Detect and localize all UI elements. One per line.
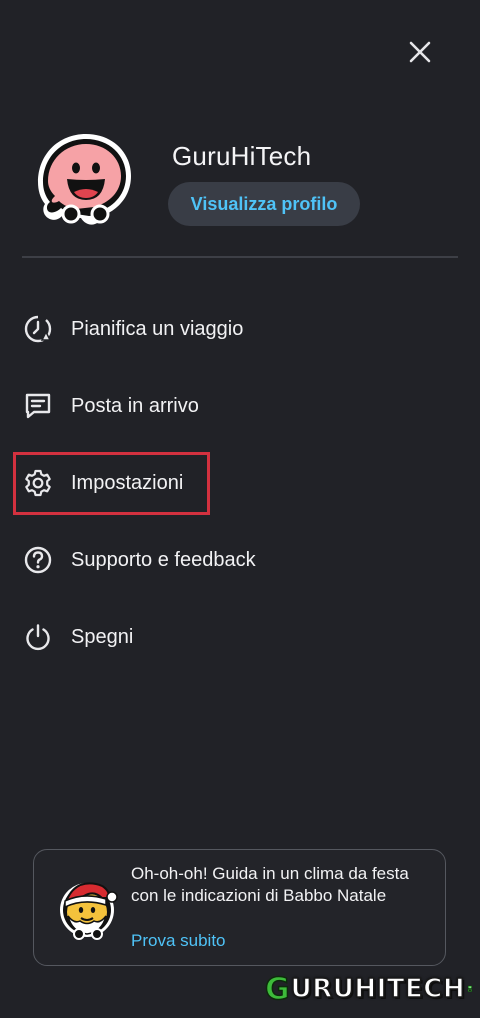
menu-item-label: Supporto e feedback bbox=[71, 548, 256, 571]
avatar[interactable] bbox=[36, 130, 136, 230]
divider bbox=[22, 256, 458, 258]
menu-item-label: Spegni bbox=[71, 625, 134, 648]
username: GuruHiTech bbox=[172, 141, 312, 171]
gear-icon bbox=[22, 467, 54, 499]
side-menu-screen: GuruHiTech Visualizza profilo Pianifica … bbox=[0, 0, 480, 1018]
menu-item-label: Impostazioni bbox=[71, 471, 184, 494]
plan-drive-clock-icon bbox=[22, 313, 54, 345]
view-profile-button[interactable]: Visualizza profilo bbox=[168, 182, 360, 226]
try-now-link[interactable]: Prova subito bbox=[131, 931, 226, 951]
menu-item-label: Pianifica un viaggio bbox=[71, 317, 244, 340]
watermark-text: URUHITECH bbox=[290, 973, 466, 1005]
inbox-message-icon bbox=[22, 390, 54, 422]
menu-item-power-off[interactable]: Spegni bbox=[22, 617, 133, 657]
watermark-logo: G URUHITECH bbox=[264, 966, 473, 1012]
waze-smiley-icon bbox=[38, 134, 131, 225]
menu-item-inbox[interactable]: Posta in arrivo bbox=[22, 386, 199, 426]
promo-text: Oh-oh-oh! Guida in un clima da festa con… bbox=[131, 864, 409, 905]
help-question-icon bbox=[22, 544, 54, 576]
menu-item-plan-drive[interactable]: Pianifica un viaggio bbox=[22, 309, 243, 349]
menu-item-settings[interactable]: Impostazioni bbox=[22, 463, 183, 503]
menu-item-support[interactable]: Supporto e feedback bbox=[22, 540, 256, 580]
watermark-first-letter: G bbox=[264, 971, 290, 1008]
menu-item-label: Posta in arrivo bbox=[71, 394, 199, 417]
close-icon bbox=[409, 41, 431, 63]
robot-mascot-icon bbox=[467, 985, 473, 992]
close-button[interactable] bbox=[402, 34, 438, 70]
promo-card[interactable]: Oh-oh-oh! Guida in un clima da festa con… bbox=[33, 849, 446, 966]
power-icon bbox=[22, 621, 54, 653]
santa-waze-icon bbox=[54, 874, 120, 940]
